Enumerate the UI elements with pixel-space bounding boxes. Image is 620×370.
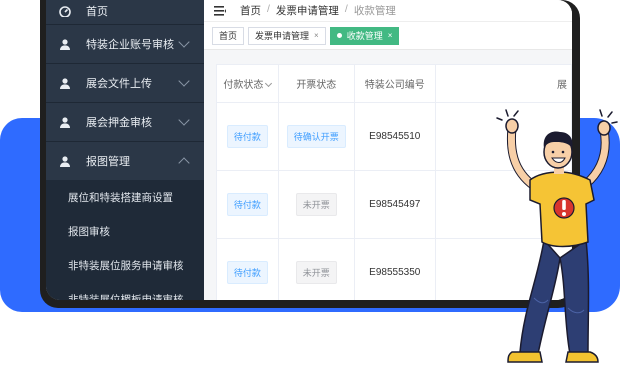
status-badge: 待付款 [226,125,268,148]
invoice-status-cell: 未开票 [277,238,355,300]
sidebar-item-enterprise-audit[interactable]: 特装企业账号审核 [46,25,204,63]
status-badge: 待付款 [226,261,268,284]
column-header-company-code: 特装公司编号 [353,64,436,103]
sidebar-item-drawing-management[interactable]: 报图管理 [46,142,204,180]
pay-status-cell: 待付款 [216,102,279,171]
status-badge: 待确认开票 [286,125,346,148]
sidebar-item-label: 特装企业账号审核 [86,39,174,51]
tab-label: 首页 [219,31,238,41]
invoice-status-cell: 未开票 [277,170,355,239]
pay-status-cell: 待付款 [216,238,279,300]
tab-home[interactable]: 首页 [212,26,245,45]
cheering-person-illustration [496,109,618,363]
company-code-cell: E98555350 [353,238,436,300]
chevron-down-icon [265,79,273,88]
submenu-item-fascia-audit[interactable]: 非特装展位楣板申请审核 [46,282,204,301]
header-label: 特装公司编号 [364,80,425,91]
breadcrumb: 首页 / 发票申请管理 / 收款管理 [240,3,396,18]
column-header-invoice-status: 开票状态 [277,64,355,103]
breadcrumb-parent[interactable]: 发票申请管理 [276,3,339,18]
user-icon [58,37,72,51]
tab-label: 收款管理 [346,31,383,41]
user-icon [58,76,72,90]
submenu-item-drawing-audit[interactable]: 报图审核 [46,214,204,248]
chevron-down-icon [178,36,190,48]
header-label: 开票状态 [296,80,337,91]
tab-label: 发票申请管理 [255,31,310,41]
user-icon [58,154,72,168]
tab-payment-management[interactable]: 收款管理 × [329,26,400,45]
sidebar: 首页 特装企业账号审核 展会文件上传 展会押金审核 报图管理 展位和特装搭建商设… [46,0,204,300]
header-label: 展 [557,80,567,91]
sidebar-item-deposit-audit[interactable]: 展会押金审核 [46,103,204,141]
status-badge: 待付款 [226,193,268,216]
breadcrumb-separator: / [344,3,348,15]
stage: 首页 特装企业账号审核 展会文件上传 展会押金审核 报图管理 展位和特装搭建商设… [0,0,620,370]
submenu: 展位和特装搭建商设置 报图审核 非特装展位服务申请审核 非特装展位楣板申请审核 [46,180,204,300]
company-code-cell: E98545510 [353,102,436,171]
status-badge: 未开票 [295,193,337,216]
chevron-down-icon [178,114,190,126]
tabs-bar: 首页 发票申请管理 × 收款管理 × [204,22,572,50]
sidebar-item-label: 报图管理 [86,156,130,168]
topbar: 首页 / 发票申请管理 / 收款管理 [204,0,572,22]
column-header-pay-status[interactable]: 付款状态 [216,64,279,103]
column-header-booth: 展 [434,64,572,103]
close-icon[interactable]: × [388,31,393,40]
user-icon [58,115,72,129]
chevron-down-icon [178,75,190,87]
active-dot-icon [336,33,342,38]
sidebar-item-label: 首页 [86,6,108,18]
submenu-item-service-audit[interactable]: 非特装展位服务申请审核 [46,248,204,282]
close-icon[interactable]: × [314,31,319,40]
hamburger-icon[interactable] [214,5,226,16]
invoice-status-cell: 待确认开票 [277,102,355,171]
header-label: 付款状态 [223,80,264,91]
chevron-up-icon [178,157,190,169]
tab-invoice-application[interactable]: 发票申请管理 × [248,26,326,45]
sidebar-item-label: 展会押金审核 [86,117,152,129]
sidebar-item-home[interactable]: 首页 [46,0,204,24]
pay-status-cell: 待付款 [216,170,279,239]
submenu-item-booth-setup[interactable]: 展位和特装搭建商设置 [46,180,204,214]
dashboard-icon [58,4,72,18]
breadcrumb-current: 收款管理 [353,5,396,17]
status-badge: 未开票 [295,261,337,284]
table-header-row: 付款状态 开票状态 特装公司编号 展 [216,64,572,103]
company-code-cell: E98545497 [353,170,436,239]
breadcrumb-home[interactable]: 首页 [240,3,261,18]
sidebar-item-file-upload[interactable]: 展会文件上传 [46,64,204,102]
breadcrumb-separator: / [267,3,270,15]
sidebar-item-label: 展会文件上传 [86,78,152,90]
